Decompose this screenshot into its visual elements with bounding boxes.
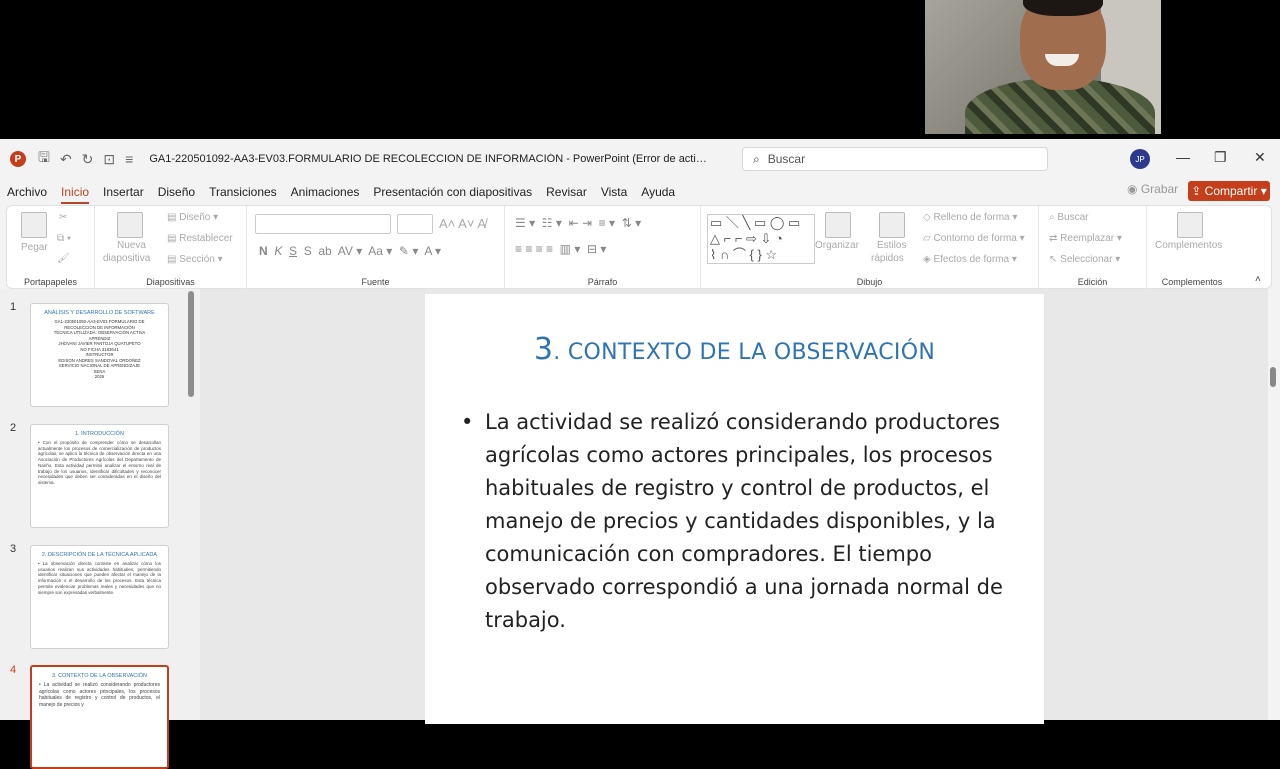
share-button[interactable]: ⇪ Compartir ▾: [1188, 181, 1270, 201]
replace-button[interactable]: ⇄ Reemplazar ▾: [1049, 233, 1122, 244]
minimize-icon[interactable]: —: [1176, 149, 1190, 165]
redo-icon[interactable]: ↻: [82, 151, 94, 168]
tab-inicio[interactable]: Inicio: [61, 185, 90, 204]
document-title: GA1-220501092-AA3-EV03.FORMULARIO DE REC…: [149, 153, 709, 165]
tab-archivo[interactable]: Archivo: [7, 185, 47, 199]
close-icon[interactable]: ✕: [1254, 149, 1266, 166]
align-buttons[interactable]: ≡ ≡ ≡ ≡ ▥ ▾ ⊟ ▾: [515, 242, 606, 256]
slide-thumbnail-active[interactable]: 3. CONTEXTO DE LA OBSERVACIÓN • La activ…: [30, 665, 169, 769]
font-size-buttons[interactable]: A˄ A˅ A̸: [439, 216, 486, 231]
powerpoint-window: P 🖫 ↶ ↻ ⊡ ≡ GA1-220501092-AA3-EV03.FORMU…: [0, 139, 1280, 769]
slide-thumbnail-panel: 1 ANÁLISIS Y DESARROLLO DE SOFTWARE GA1-…: [0, 289, 200, 769]
group-complementos: Complementos Complementos: [1147, 206, 1237, 290]
format-painter-icon[interactable]: 🖌: [57, 253, 70, 264]
format-buttons[interactable]: N K S S ab AV ▾ Aa ▾ ✎ ▾ A ▾: [259, 244, 441, 258]
slide-body-text[interactable]: • La actividad se realizó considerando p…: [461, 406, 1021, 637]
new-slide-button[interactable]: Nueva: [117, 240, 146, 251]
record-button[interactable]: ◉ Grabar: [1127, 182, 1178, 196]
shape-effects-button[interactable]: ◈ Efectos de forma ▾: [923, 254, 1017, 265]
present-icon[interactable]: ⊡: [103, 151, 115, 168]
webcam-video: [925, 0, 1161, 134]
collapse-ribbon-icon[interactable]: ˄: [1255, 274, 1261, 285]
add-ins-icon[interactable]: [1177, 212, 1203, 238]
customize-toolbar-icon[interactable]: ≡: [125, 151, 133, 167]
group-parrafo: ☰ ▾ ☷ ▾ ⇤ ⇥ ≡ ▾ ⇅ ▾ ≡ ≡ ≡ ≡ ▥ ▾ ⊟ ▾ Párr…: [505, 206, 701, 290]
slide-title[interactable]: 3. CONTEXTO DE LA OBSERVACIÓN: [425, 332, 1044, 367]
tab-insertar[interactable]: Insertar: [103, 185, 144, 199]
cut-icon[interactable]: ✂: [59, 212, 67, 223]
ribbon-tabs: Archivo Inicio Insertar Diseño Transicio…: [0, 179, 1280, 205]
title-bar: P 🖫 ↶ ↻ ⊡ ≡ GA1-220501092-AA3-EV03.FORMU…: [0, 139, 1280, 179]
tab-diseno[interactable]: Diseño: [158, 185, 195, 199]
arrange-button[interactable]: Organizar: [815, 240, 859, 251]
avatar[interactable]: JP: [1130, 149, 1150, 169]
group-dibujo: ▭ ＼ ╲ ▭ ◯ ▭ △ ⌐ ⌐ ⇨ ⇩ ◔ ⌇ ∩ ⌒ { } ☆ Organi…: [701, 206, 1039, 290]
thumbnail-scrollbar[interactable]: [188, 291, 194, 397]
group-diapositivas: Nueva diapositiva ▤ Diseño ▾ ▤ Restablec…: [95, 206, 247, 290]
list-buttons[interactable]: ☰ ▾ ☷ ▾ ⇤ ⇥ ≡ ▾ ⇅ ▾: [515, 216, 641, 230]
quick-styles-button[interactable]: Estilos: [877, 240, 906, 251]
share-icon: ⇪: [1191, 184, 1205, 198]
reset-button[interactable]: ▤ Restablecer: [167, 233, 233, 244]
tab-animaciones[interactable]: Animaciones: [291, 185, 360, 199]
tab-transiciones[interactable]: Transiciones: [209, 185, 277, 199]
canvas-scrollbar[interactable]: [1270, 367, 1276, 387]
slide-canvas: 3. CONTEXTO DE LA OBSERVACIÓN • La activ…: [200, 289, 1268, 724]
new-slide-icon[interactable]: [117, 212, 143, 238]
powerpoint-logo-icon: P: [10, 151, 26, 167]
add-ins-button[interactable]: Complementos: [1155, 240, 1222, 251]
layout-button[interactable]: ▤ Diseño ▾: [167, 212, 218, 223]
section-button[interactable]: ▤ Sección ▾: [167, 254, 223, 265]
paste-button[interactable]: Pegar: [21, 242, 48, 253]
search-icon: ⌕: [753, 151, 760, 166]
current-slide[interactable]: 3. CONTEXTO DE LA OBSERVACIÓN • La activ…: [425, 294, 1044, 724]
shape-outline-button[interactable]: ▱ Contorno de forma ▾: [923, 233, 1025, 244]
save-icon[interactable]: 🖫: [38, 147, 50, 171]
search-input[interactable]: ⌕ Buscar: [742, 147, 1048, 171]
slide-thumbnail[interactable]: ANÁLISIS Y DESARROLLO DE SOFTWARE GA1-22…: [30, 303, 169, 407]
font-family-select[interactable]: [255, 214, 391, 234]
tab-presentacion[interactable]: Presentación con diapositivas: [373, 185, 532, 199]
font-size-select[interactable]: [397, 214, 433, 234]
maximize-icon[interactable]: ❐: [1214, 149, 1227, 166]
tab-revisar[interactable]: Revisar: [546, 185, 587, 199]
group-edicion: ⌕ Buscar ⇄ Reemplazar ▾ ↖ Seleccionar ▾ …: [1039, 206, 1147, 290]
find-button[interactable]: ⌕ Buscar: [1049, 212, 1089, 223]
copy-icon[interactable]: ⧉ ▾: [57, 233, 71, 244]
shape-fill-button[interactable]: ◇ Relleno de forma ▾: [923, 212, 1017, 223]
slide-thumbnail[interactable]: 1. INTRODUCCIÓN • Con el propósito de co…: [30, 424, 169, 528]
bullet-icon: •: [461, 410, 474, 434]
group-fuente: A˄ A˅ A̸ N K S S ab AV ▾ Aa ▾ ✎ ▾ A ▾ Fu…: [247, 206, 505, 290]
shapes-gallery[interactable]: ▭ ＼ ╲ ▭ ◯ ▭ △ ⌐ ⌐ ⇨ ⇩ ◔ ⌇ ∩ ⌒ { } ☆: [707, 214, 815, 264]
paste-icon[interactable]: [21, 212, 47, 238]
quick-styles-icon[interactable]: [879, 212, 905, 238]
tab-vista[interactable]: Vista: [601, 185, 627, 199]
slide-thumbnail[interactable]: 2. DESCRIPCIÓN DE LA TÉCNICA APLICADA • …: [30, 545, 169, 649]
select-button[interactable]: ↖ Seleccionar ▾: [1049, 254, 1120, 265]
arrange-icon[interactable]: [825, 212, 851, 238]
ribbon: Pegar ✂ ⧉ ▾ 🖌 Portapapeles Nueva diaposi…: [6, 205, 1272, 290]
group-portapapeles: Pegar ✂ ⧉ ▾ 🖌 Portapapeles: [7, 206, 95, 290]
tab-ayuda[interactable]: Ayuda: [641, 185, 675, 199]
undo-icon[interactable]: ↶: [60, 151, 72, 168]
